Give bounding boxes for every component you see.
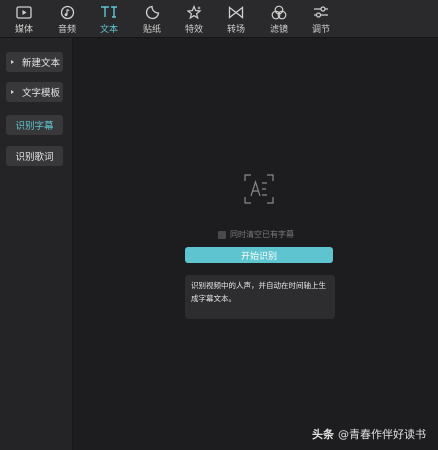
sidebar-item-recognize-lyrics[interactable]: 识别歌词 — [6, 146, 63, 166]
sidebar-item-label: 识别歌词 — [15, 152, 54, 163]
filter-icon — [270, 4, 288, 20]
main-panel: 同时清空已有字幕 开始识别 识别视频中的人声，并自动在时间轴上生成字幕文本。 — [73, 38, 438, 450]
checkbox-label: 同时清空已有字幕 — [230, 230, 294, 239]
sticker-icon — [143, 4, 161, 20]
tab-media-label: 媒体 — [14, 25, 33, 35]
media-icon — [15, 4, 33, 20]
clear-existing-subtitles-option[interactable]: 同时清空已有字幕 — [218, 229, 294, 240]
tab-adjust[interactable]: 调节 — [301, 4, 341, 36]
tab-text-label: 文本 — [99, 25, 118, 35]
sidebar-item-label: 识别字幕 — [15, 121, 54, 132]
tab-sticker[interactable]: 贴纸 — [132, 4, 172, 36]
sidebar-item-recognize-subtitles[interactable]: 识别字幕 — [6, 115, 63, 135]
recognition-info-text: 识别视频中的人声，并自动在时间轴上生成字幕文本。 — [185, 275, 335, 319]
start-recognition-button[interactable]: 开始识别 — [185, 247, 333, 263]
expand-arrow-icon — [11, 90, 18, 94]
transition-icon — [227, 4, 245, 20]
tab-media[interactable]: 媒体 — [4, 4, 44, 36]
text-icon — [100, 4, 118, 20]
clear-existing-subtitles-checkbox[interactable] — [218, 230, 226, 239]
watermark-brand: 头条 — [312, 428, 334, 441]
sidebar-item-label: 新建文本 — [22, 58, 61, 69]
tab-audio[interactable]: 音频 — [47, 4, 87, 36]
tab-effects-label: 特效 — [184, 25, 203, 35]
tab-adjust-label: 调节 — [311, 25, 330, 35]
adjust-icon — [312, 4, 330, 20]
audio-icon — [58, 4, 76, 20]
sidebar-item-new-text[interactable]: 新建文本 — [6, 52, 63, 72]
top-toolbar: 媒体 音频 文本 贴纸 特效 转场 滤镜 调节 — [0, 0, 438, 38]
tab-transition[interactable]: 转场 — [216, 4, 256, 36]
watermark: 头条 @青春作伴好读书 — [312, 426, 426, 442]
sidebar-item-text-template[interactable]: 文字模板 — [6, 82, 63, 102]
tab-audio-label: 音频 — [57, 25, 76, 35]
watermark-text: @青春作伴好读书 — [338, 428, 426, 441]
tab-filter-label: 滤镜 — [269, 25, 288, 35]
tab-text[interactable]: 文本 — [89, 4, 129, 36]
tab-filter[interactable]: 滤镜 — [259, 4, 299, 36]
tab-effects[interactable]: 特效 — [174, 4, 214, 36]
tab-transition-label: 转场 — [226, 25, 245, 35]
auto-caption-icon — [243, 173, 275, 205]
sidebar: 新建文本 文字模板 识别字幕 识别歌词 — [0, 38, 73, 450]
effects-icon — [185, 4, 203, 20]
sidebar-item-label: 文字模板 — [22, 88, 61, 99]
expand-arrow-icon — [11, 60, 18, 64]
tab-sticker-label: 贴纸 — [142, 25, 161, 35]
